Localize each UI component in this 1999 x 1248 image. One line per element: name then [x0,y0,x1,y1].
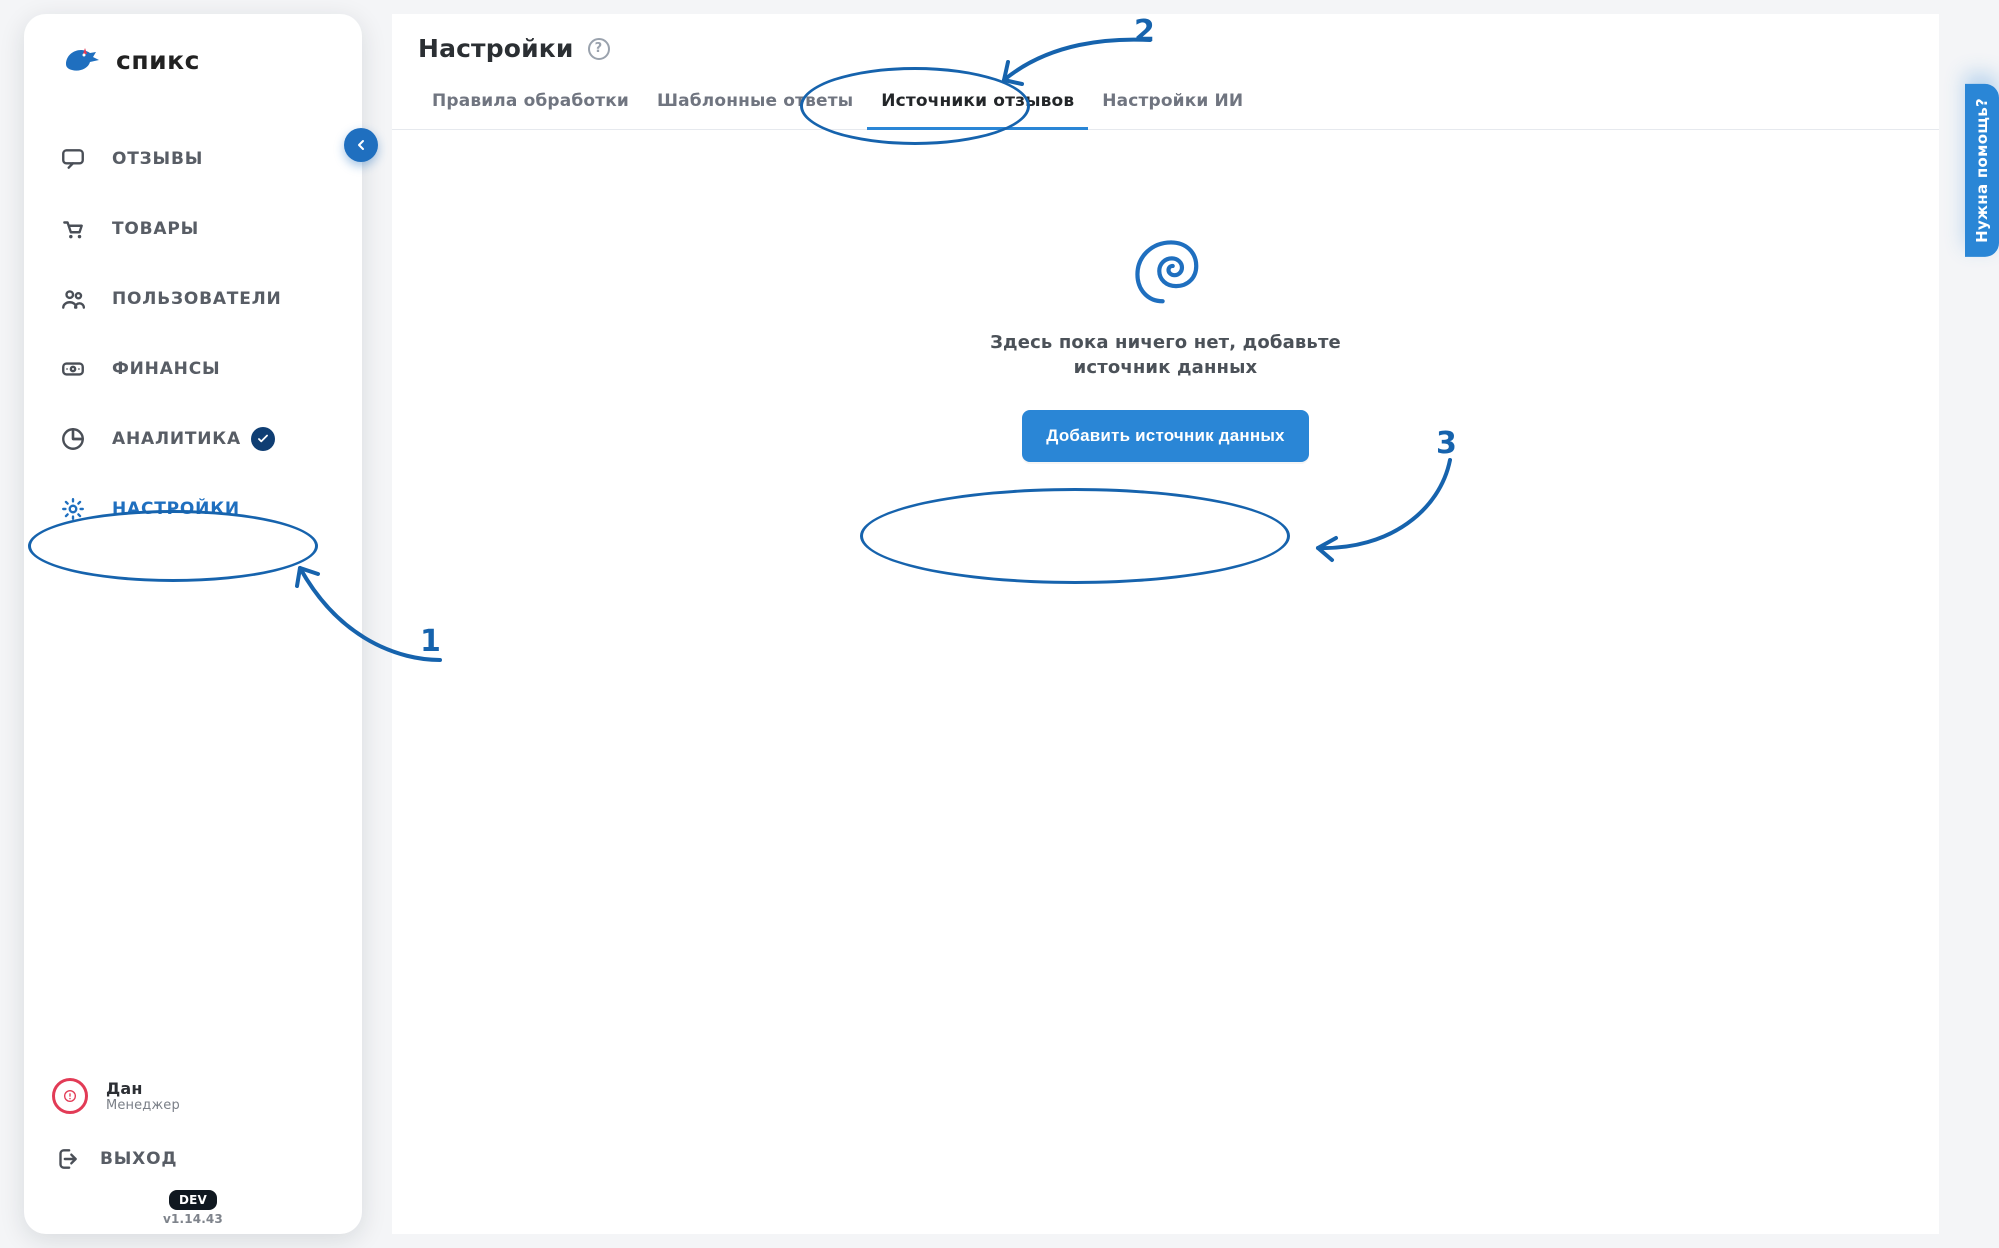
help-icon[interactable]: ? [588,38,610,60]
sidebar-item-users[interactable]: ПОЛЬЗОВАТЕЛИ [44,266,342,332]
sidebar-item-products[interactable]: ТОВАРЫ [44,196,342,262]
sidebar-header: спикс [24,14,362,90]
need-help-tab[interactable]: Нужна помощь? [1965,84,1999,257]
sidebar-item-label: ТОВАРЫ [112,219,199,239]
brand: спикс [48,40,338,80]
sidebar-item-label: АНАЛИТИКА [112,427,275,451]
sidebar-collapse-button[interactable] [344,128,378,162]
sidebar-item-label: ОТЗЫВЫ [112,149,203,169]
user-card[interactable]: Дан Менеджер [42,1070,344,1122]
dev-badge: DEV [169,1190,217,1210]
user-role: Менеджер [106,1098,180,1114]
users-icon [58,284,88,314]
sidebar-item-analytics[interactable]: АНАЛИТИКА [44,406,342,472]
sidebar-item-label: ПОЛЬЗОВАТЕЛИ [112,289,282,309]
annotation-circle-1 [28,510,318,582]
sidebar: спикс ОТЗЫВЫ ТОВАРЫ [24,14,362,1234]
tab-processing-rules[interactable]: Правила обработки [418,73,643,130]
cart-icon [58,214,88,244]
tab-ai-settings[interactable]: Настройки ИИ [1088,73,1257,130]
check-badge-icon [251,427,275,451]
sidebar-footer: Дан Менеджер ВЫХОД DEV v1.14.43 [24,1052,362,1234]
money-icon [58,354,88,384]
version-text: v1.14.43 [163,1212,223,1226]
page-title: Настройки [418,34,574,63]
empty-state: Здесь пока ничего нет, добавьте источник… [392,234,1939,462]
brand-name: спикс [116,46,200,75]
chart-pie-icon [58,424,88,454]
chat-icon [58,144,88,174]
page-header: Настройки ? [392,14,1939,73]
annotation-circle-2 [800,67,1030,145]
logout-button[interactable]: ВЫХОД [42,1126,344,1192]
sidebar-item-text: АНАЛИТИКА [112,429,241,449]
logout-icon [52,1144,82,1174]
sidebar-item-reviews[interactable]: ОТЗЫВЫ [44,126,342,192]
alert-avatar-icon [52,1078,88,1114]
empty-line1: Здесь пока ничего нет, добавьте [990,332,1341,353]
version-block: DEV v1.14.43 [42,1190,344,1226]
annotation-circle-3 [860,488,1290,584]
user-name: Дан [106,1079,180,1098]
sidebar-item-finance[interactable]: ФИНАНСЫ [44,336,342,402]
add-source-button[interactable]: Добавить источник данных [1022,410,1308,462]
empty-line2: источник данных [1074,357,1258,378]
sidebar-item-label: ФИНАНСЫ [112,359,220,379]
logout-label: ВЫХОД [100,1149,177,1169]
logo-icon [58,40,102,80]
empty-state-text: Здесь пока ничего нет, добавьте источник… [990,330,1341,380]
spiral-icon [1124,234,1208,312]
main-panel: Настройки ? Правила обработки Шаблонные … [392,14,1939,1234]
sidebar-nav: ОТЗЫВЫ ТОВАРЫ ПОЛЬЗОВАТЕЛИ ФИНАНСЫ [24,90,362,552]
tabs: Правила обработки Шаблонные ответы Источ… [392,73,1939,130]
